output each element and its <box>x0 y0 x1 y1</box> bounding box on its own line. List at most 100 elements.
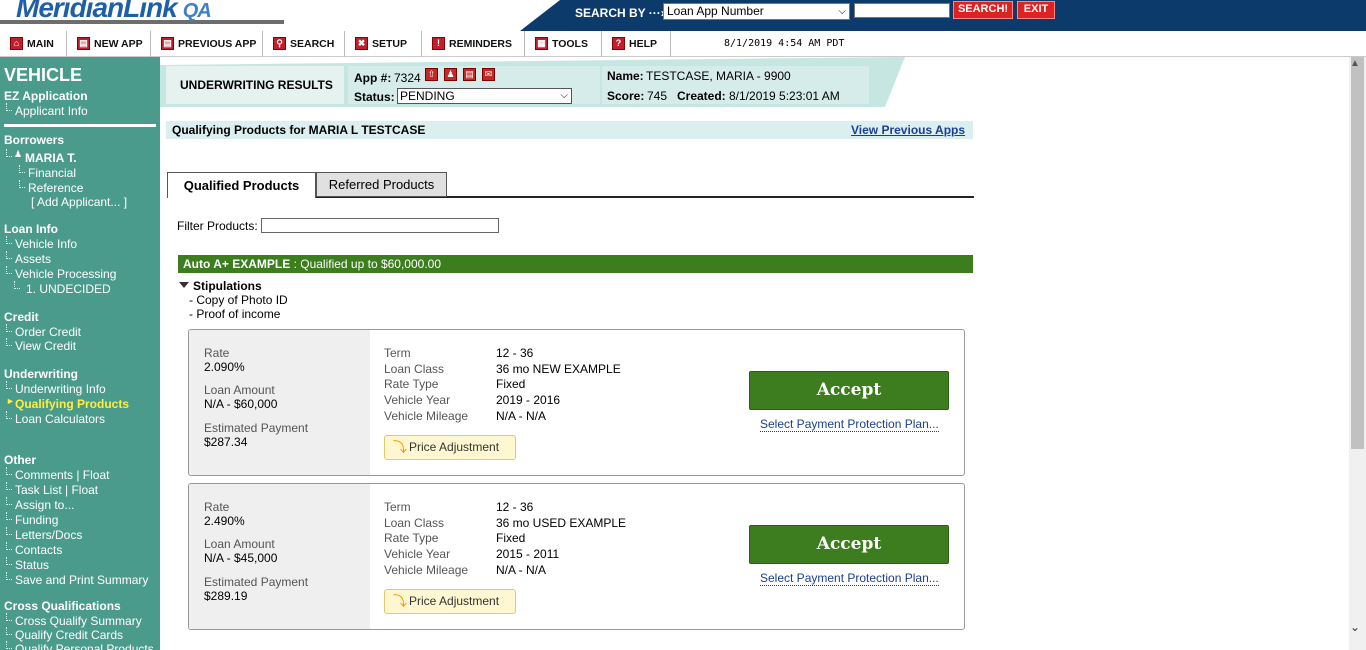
menu-tools[interactable]: ▦ TOOLS <box>525 31 602 57</box>
vehicle-mileage-label: Vehicle Mileage <box>384 409 469 423</box>
loan-class-value: 36 mo NEW EXAMPLE <box>496 362 621 376</box>
comment-icon[interactable]: ▤ <box>463 68 476 81</box>
mail-icon[interactable]: ✉ <box>482 68 495 81</box>
menu-previous-app[interactable]: ▤ PREVIOUS APP <box>151 31 263 57</box>
sidebar-item-qualify-credit-cards[interactable]: Qualify Credit Cards <box>15 628 123 642</box>
sidebar-item-borrower[interactable]: MARIA T. <box>25 151 77 165</box>
tree-connector <box>14 281 20 289</box>
upload-icon[interactable]: ⇧ <box>425 68 438 81</box>
rate-label: Rate <box>204 500 230 514</box>
tree-connector <box>6 236 12 244</box>
sidebar-item-view-credit[interactable]: View Credit <box>15 339 76 353</box>
sidebar-ez-application[interactable]: EZ Application <box>4 89 88 103</box>
chevron-down-icon: ⌵ <box>838 6 846 17</box>
sidebar-item-add-applicant[interactable]: [ Add Applicant... ] <box>31 195 127 209</box>
search-by-label: SEARCH BY ···› <box>575 6 665 20</box>
price-adjustment-button[interactable]: ⤵ Price Adjustment <box>384 589 516 614</box>
search-button[interactable]: SEARCH! <box>953 1 1013 19</box>
tree-connector <box>6 324 12 332</box>
underwriting-title: UNDERWRITING RESULTS <box>166 66 344 104</box>
app-number: 7324 <box>394 71 421 85</box>
applicant-name: TESTCASE, MARIA - 9900 <box>646 69 791 83</box>
sidebar-item-cross-qualify-summary[interactable]: Cross Qualify Summary <box>15 614 142 628</box>
tree-connector <box>6 542 12 550</box>
current-datetime: 8/1/2019 4:54 AM PDT <box>724 38 845 49</box>
tab-qualified-products[interactable]: Qualified Products <box>167 172 316 198</box>
menu-search[interactable]: ⚲ SEARCH <box>263 31 345 57</box>
exit-button[interactable]: EXIT <box>1017 1 1055 19</box>
search-input[interactable] <box>854 3 950 18</box>
sidebar-item-save-print-summary[interactable]: Save and Print Summary <box>15 573 148 587</box>
term-label: Term <box>384 500 411 514</box>
sidebar-item-order-credit[interactable]: Order Credit <box>15 325 81 339</box>
search-type-select[interactable]: Loan App Number ⌵ <box>663 3 850 20</box>
estimated-payment-label: Estimated Payment <box>204 421 309 435</box>
tree-connector <box>6 557 12 565</box>
sidebar-item-vehicle-processing[interactable]: Vehicle Processing <box>15 267 116 281</box>
tree-connector <box>6 103 12 111</box>
people-icon[interactable]: ♟ <box>444 68 457 81</box>
sidebar-item-funding[interactable]: Funding <box>15 513 58 527</box>
vehicle-year-label: Vehicle Year <box>384 547 451 561</box>
scroll-down-icon[interactable]: ⌄ <box>1350 620 1360 634</box>
status-select[interactable]: PENDING ⌵ <box>397 88 572 104</box>
menu-new-app[interactable]: ▤ NEW APP <box>67 31 151 57</box>
current-arrow-icon: ► <box>6 396 15 406</box>
vehicle-year-value: 2019 - 2016 <box>496 393 561 407</box>
sidebar-item-undecided[interactable]: 1. UNDECIDED <box>26 282 111 296</box>
rate-type-value: Fixed <box>496 377 526 391</box>
top-header: MeridianLink QA SEARCH BY ···› Loan App N… <box>0 0 1366 31</box>
stipulation-item: - Proof of income <box>189 307 281 321</box>
sidebar-item-assign-to[interactable]: Assign to... <box>15 498 74 512</box>
menu-main[interactable]: ⌂ MAIN <box>0 31 67 57</box>
vehicle-mileage-value: N/A - N/A <box>496 563 547 577</box>
sidebar-underwriting: Underwriting <box>4 367 78 381</box>
status-label: Status: <box>354 90 395 104</box>
filter-label: Filter Products: <box>177 219 258 233</box>
price-adjustment-button[interactable]: ⤵ Price Adjustment <box>384 435 516 460</box>
tree-connector <box>6 572 12 580</box>
sidebar-item-assets[interactable]: Assets <box>15 252 51 266</box>
product-card: Rate 2.490% Loan Amount N/A - $45,000 Es… <box>188 483 965 630</box>
sidebar-item-reference[interactable]: Reference <box>28 181 83 195</box>
stipulations-toggle[interactable]: Stipulations <box>193 279 262 293</box>
sidebar-item-underwriting-info[interactable]: Underwriting Info <box>15 382 106 396</box>
credit-score: 745 <box>647 89 668 103</box>
accept-button[interactable]: Accept <box>749 525 949 564</box>
scrollbar-thumb[interactable] <box>1351 57 1364 449</box>
sidebar-item-letters-docs[interactable]: Letters/Docs <box>15 528 82 542</box>
sidebar-item-loan-calculators[interactable]: Loan Calculators <box>15 412 105 426</box>
menu-reminders[interactable]: ! REMINDERS <box>422 31 525 57</box>
sidebar-item-financial[interactable]: Financial <box>28 166 76 180</box>
collapse-caret-icon[interactable] <box>179 282 189 288</box>
loan-amount-label: Loan Amount <box>204 383 275 397</box>
payment-protection-link[interactable]: Select Payment Protection Plan... <box>760 571 939 586</box>
sidebar-item-contacts[interactable]: Contacts <box>15 543 62 557</box>
alert-icon: ! <box>432 36 445 50</box>
sidebar-borrowers: Borrowers <box>4 133 65 147</box>
score-label: Score: <box>607 89 645 103</box>
scroll-up-icon[interactable]: ▲ <box>1350 58 1360 69</box>
sidebar-item-comments[interactable]: Comments | Float <box>15 468 109 482</box>
sidebar-other: Other <box>4 453 37 467</box>
sidebar-item-task-list[interactable]: Task List | Float <box>15 483 98 497</box>
filter-products-input[interactable] <box>261 218 499 233</box>
tab-referred-products[interactable]: Referred Products <box>316 172 447 197</box>
search-icon: ⚲ <box>273 36 286 50</box>
accept-button[interactable]: Accept <box>749 371 949 410</box>
menu-setup[interactable]: ✖ SETUP <box>345 31 422 57</box>
calendar-icon: ▤ <box>161 36 174 50</box>
term-label: Term <box>384 346 411 360</box>
sidebar-item-qualifying-products[interactable]: Qualifying Products <box>15 397 129 411</box>
sidebar-credit: Credit <box>4 310 39 324</box>
menu-help[interactable]: ? HELP <box>602 31 671 57</box>
sidebar-item-vehicle-info[interactable]: Vehicle Info <box>15 237 77 251</box>
sidebar-item-qualify-personal-products[interactable]: Qualify Personal Products <box>15 642 154 650</box>
tree-connector <box>6 338 12 346</box>
sidebar-item-status[interactable]: Status <box>15 558 49 572</box>
payment-protection-link[interactable]: Select Payment Protection Plan... <box>760 417 939 432</box>
lightning-icon: ⤵ <box>393 439 407 455</box>
view-previous-apps-link[interactable]: View Previous Apps <box>851 123 965 137</box>
created-date: 8/1/2019 5:23:01 AM <box>729 89 840 103</box>
sidebar-item-applicant-info[interactable]: Applicant Info <box>15 104 88 118</box>
